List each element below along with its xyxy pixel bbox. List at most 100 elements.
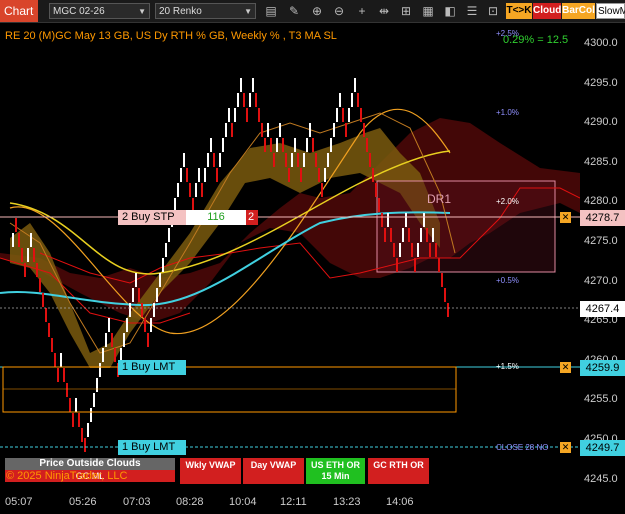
price-tick-label: 4285.0: [584, 155, 618, 168]
renko-brick-up: [162, 258, 164, 272]
buy-stop-order-label[interactable]: 2 Buy STP: [118, 210, 186, 225]
renko-brick-down: [21, 248, 23, 262]
renko-brick-down: [69, 398, 71, 412]
renko-brick-down: [48, 323, 50, 337]
properties-icon[interactable]: ☰: [464, 3, 480, 19]
renko-brick-up: [210, 138, 212, 152]
renko-brick-down: [33, 248, 35, 262]
price-tick-label: 4295.0: [584, 76, 618, 89]
renko-brick-down: [273, 153, 275, 167]
gc-rth-or-button[interactable]: GC RTH OR: [368, 458, 429, 484]
zoom-out-icon[interactable]: ⊖: [331, 3, 347, 19]
renko-brick-down: [318, 168, 320, 182]
renko-brick-down: [438, 258, 440, 272]
drawing-tools-icon[interactable]: ⊞: [398, 3, 414, 19]
time-tick-label: 13:23: [333, 496, 361, 508]
renko-brick-up: [291, 153, 293, 167]
price-clouds-button[interactable]: Price Outside Clouds: [5, 458, 175, 470]
price-axis[interactable]: [580, 23, 625, 491]
renko-brick-down: [114, 348, 116, 362]
renko-brick-up: [27, 248, 29, 262]
chart-tab[interactable]: Chart: [0, 0, 38, 22]
bar-type-selector[interactable]: 20 Renko ▼: [155, 3, 256, 19]
renko-brick-up: [267, 123, 269, 137]
renko-brick-down: [36, 263, 38, 277]
renko-brick-up: [348, 108, 350, 122]
dr1-label: DR1: [427, 192, 452, 206]
instrument-selector-label: MGC 02-26: [53, 6, 105, 17]
renko-brick-down: [15, 218, 17, 232]
renko-brick-up: [417, 243, 419, 257]
wkly-vwap-button[interactable]: Wkly VWAP: [180, 458, 241, 484]
cancel-limit2-icon[interactable]: ✕: [560, 442, 571, 453]
renko-brick-down: [264, 138, 266, 152]
zoom-in-icon[interactable]: ⊕: [309, 3, 325, 19]
renko-brick-down: [426, 228, 428, 242]
renko-brick-down: [288, 168, 290, 182]
renko-brick-down: [312, 138, 314, 152]
price-tick-label: 4255.0: [584, 393, 618, 406]
slow-ma-input[interactable]: SlowM: [596, 3, 625, 19]
instrument-selector[interactable]: MGC 02-26 ▼: [49, 3, 150, 19]
copyright-notice: © 2025 NinjaTrader, LLC: [6, 470, 128, 482]
renko-brick-down: [366, 138, 368, 152]
renko-brick-down: [396, 258, 398, 272]
us-eth-or-button[interactable]: US ETH OR 15 Min: [306, 458, 365, 484]
renko-brick-up: [90, 408, 92, 422]
bar-spacing-icon[interactable]: ⇹: [376, 3, 392, 19]
renko-brick-down: [216, 168, 218, 182]
renko-brick-up: [423, 213, 425, 227]
renko-brick-down: [78, 413, 80, 427]
renko-brick-down: [18, 233, 20, 247]
price-chart-plot[interactable]: [0, 23, 580, 491]
buy-limit-2-order-label[interactable]: 1 Buy LMT: [118, 440, 186, 455]
renko-brick-up: [129, 303, 131, 317]
renko-brick-up: [96, 378, 98, 392]
chart-trader-icon[interactable]: ◧: [442, 3, 458, 19]
renko-brick-up: [240, 78, 242, 92]
buy-limit-1-order-label[interactable]: 1 Buy LMT: [118, 360, 186, 375]
data-box-icon[interactable]: ▦: [420, 3, 436, 19]
cancel-limit1-icon[interactable]: ✕: [560, 362, 571, 373]
pencil-icon[interactable]: ✎: [286, 3, 302, 19]
renko-brick-up: [219, 153, 221, 167]
chart-style-icon[interactable]: ▤: [263, 3, 279, 19]
strategies-icon[interactable]: ⊡: [485, 3, 501, 19]
cancel-stop-icon[interactable]: ✕: [560, 212, 571, 223]
renko-brick-up: [222, 138, 224, 152]
renko-brick-down: [84, 438, 86, 452]
renko-brick-down: [141, 303, 143, 317]
renko-brick-down: [57, 368, 59, 382]
renko-brick-up: [354, 78, 356, 92]
renko-brick-up: [123, 333, 125, 347]
renko-brick-down: [39, 278, 41, 292]
renko-brick-down: [429, 243, 431, 257]
renko-brick-down: [111, 333, 113, 347]
renko-brick-down: [255, 93, 257, 107]
renko-brick-up: [165, 243, 167, 257]
chart-toolbar: Chart MGC 02-26 ▼ 20 Renko ▼ ▤ ✎ ⊕ ⊖ + ⇹…: [0, 0, 625, 23]
buy-stop-qty[interactable]: 116: [186, 210, 246, 225]
time-tick-label: 05:07: [5, 496, 33, 508]
crosshair-icon[interactable]: +: [354, 3, 370, 19]
buy-stop-count[interactable]: 2: [246, 210, 258, 225]
renko-brick-down: [261, 123, 263, 137]
time-tick-label: 07:03: [123, 496, 151, 508]
renko-brick-down: [321, 183, 323, 197]
renko-brick-up: [225, 123, 227, 137]
renko-brick-down: [411, 243, 413, 257]
renko-brick-up: [198, 168, 200, 182]
dr1-zone: [376, 180, 556, 273]
toggle-tk-button[interactable]: T<>K: [506, 3, 532, 19]
toggle-barcol-button[interactable]: BarCol: [562, 3, 595, 19]
limit1-price-box: 4259.9: [580, 360, 625, 376]
toggle-cloud-button[interactable]: Cloud: [533, 3, 561, 19]
renko-brick-up: [420, 228, 422, 242]
renko-brick-up: [12, 233, 14, 247]
chevron-down-icon: ▼: [244, 7, 252, 16]
renko-brick-up: [333, 123, 335, 137]
day-vwap-button[interactable]: Day VWAP: [243, 458, 304, 484]
renko-brick-down: [300, 168, 302, 182]
renko-brick-up: [228, 108, 230, 122]
renko-brick-up: [99, 363, 101, 377]
